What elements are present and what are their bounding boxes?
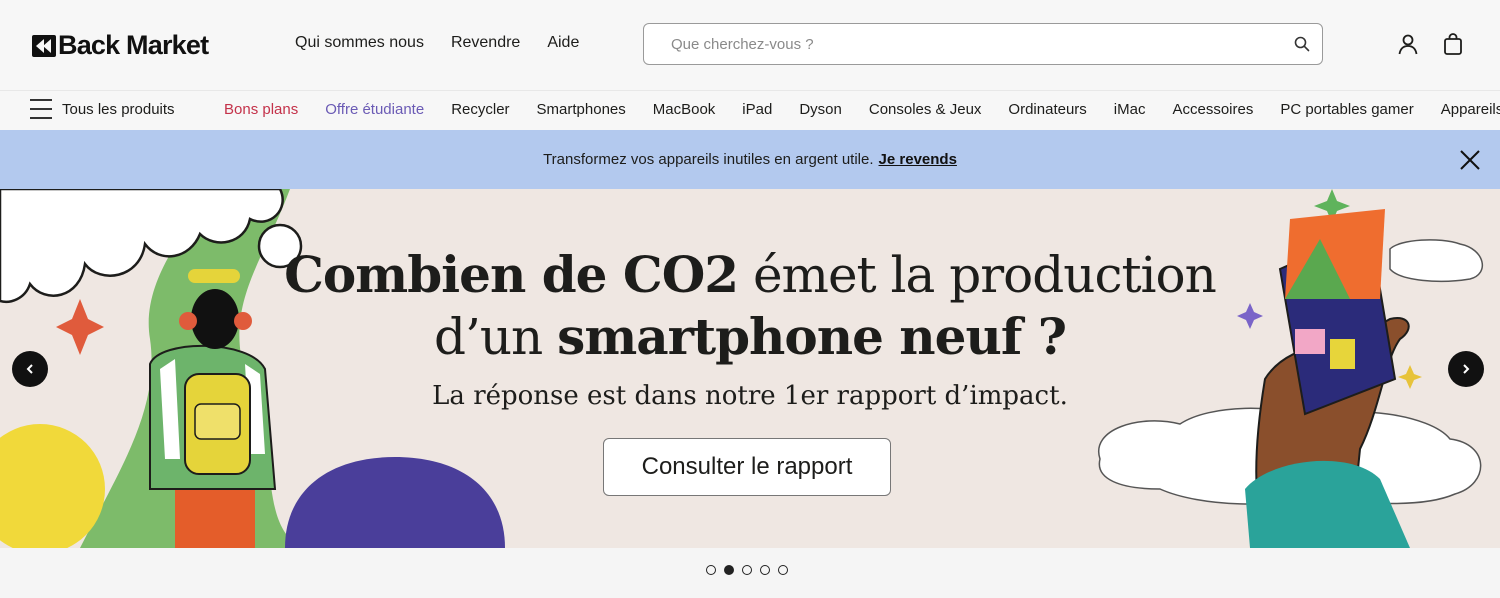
category-recycle[interactable]: Recycler <box>451 101 509 118</box>
nav-link-sell[interactable]: Revendre <box>451 34 520 52</box>
back-market-logo[interactable]: Back Market <box>32 30 209 61</box>
hero-carousel: Combien de CO2 émet la production d’un s… <box>0 189 1500 548</box>
logo-mark-icon <box>32 34 56 57</box>
promo-banner: Transformez vos appareils inutiles en ar… <box>0 130 1500 189</box>
hamburger-icon <box>30 99 52 119</box>
hero-headline-line2-start: d’un <box>433 308 543 366</box>
hero-subtitle: La réponse est dans notre 1er rapport d’… <box>432 381 1068 411</box>
chevron-left-icon <box>26 364 33 374</box>
logo-text: Back Market <box>58 30 209 60</box>
category-smartphones[interactable]: Smartphones <box>537 101 626 118</box>
category-macbook[interactable]: MacBook <box>653 101 716 118</box>
hero-headline-line-1: Combien de CO2 émet la production <box>0 245 1500 304</box>
nav-link-help[interactable]: Aide <box>547 34 579 52</box>
category-deals[interactable]: Bons plans <box>224 101 298 118</box>
category-dyson[interactable]: Dyson <box>799 101 842 118</box>
top-nav: Qui sommes nous Revendre Aide <box>295 34 579 52</box>
hero-headline-rest: émet la production <box>752 246 1217 304</box>
carousel-dot[interactable] <box>778 565 788 575</box>
category-ipad[interactable]: iPad <box>742 101 772 118</box>
carousel-prev-button[interactable] <box>12 351 48 387</box>
hero-headline-bold: Combien de CO2 <box>284 245 739 304</box>
carousel-next-button[interactable] <box>1448 351 1484 387</box>
category-cameras[interactable]: Appareils photo <box>1441 101 1500 118</box>
account-icon[interactable] <box>1394 30 1422 58</box>
carousel-dot[interactable] <box>742 565 752 575</box>
search-bar <box>643 23 1323 65</box>
category-gaming-laptops[interactable]: PC portables gamer <box>1280 101 1413 118</box>
nav-link-about[interactable]: Qui sommes nous <box>295 34 424 52</box>
category-accessories[interactable]: Accessoires <box>1172 101 1253 118</box>
close-icon[interactable] <box>1458 148 1482 172</box>
header: Back Market Qui sommes nous Revendre Aid… <box>0 0 1500 90</box>
search-icon[interactable] <box>1282 24 1322 64</box>
category-list: Bons plans Offre étudiante Recycler Smar… <box>224 101 1500 118</box>
category-student-offer[interactable]: Offre étudiante <box>325 101 424 118</box>
chevron-right-icon <box>1463 364 1470 374</box>
category-imac[interactable]: iMac <box>1114 101 1146 118</box>
category-computers[interactable]: Ordinateurs <box>1008 101 1086 118</box>
cart-bag-icon[interactable] <box>1439 30 1467 58</box>
carousel-dot[interactable] <box>760 565 770 575</box>
promo-text: Transformez vos appareils inutiles en ar… <box>543 151 874 168</box>
category-consoles[interactable]: Consoles & Jeux <box>869 101 982 118</box>
carousel-dot-active[interactable] <box>724 565 734 575</box>
view-report-button[interactable]: Consulter le rapport <box>603 438 891 496</box>
promo-link-sell[interactable]: Je revends <box>879 151 957 168</box>
carousel-dot[interactable] <box>706 565 716 575</box>
all-products-menu-button[interactable]: Tous les produits <box>30 99 175 119</box>
carousel-pagination <box>706 565 788 575</box>
all-products-label: Tous les produits <box>62 100 175 118</box>
hero-headline-line-2: d’un smartphone neuf ? <box>0 307 1500 366</box>
hero-headline-line2-bold: smartphone neuf ? <box>557 307 1067 366</box>
category-bar: Tous les produits Bons plans Offre étudi… <box>0 90 1500 130</box>
search-input[interactable] <box>644 35 1282 53</box>
